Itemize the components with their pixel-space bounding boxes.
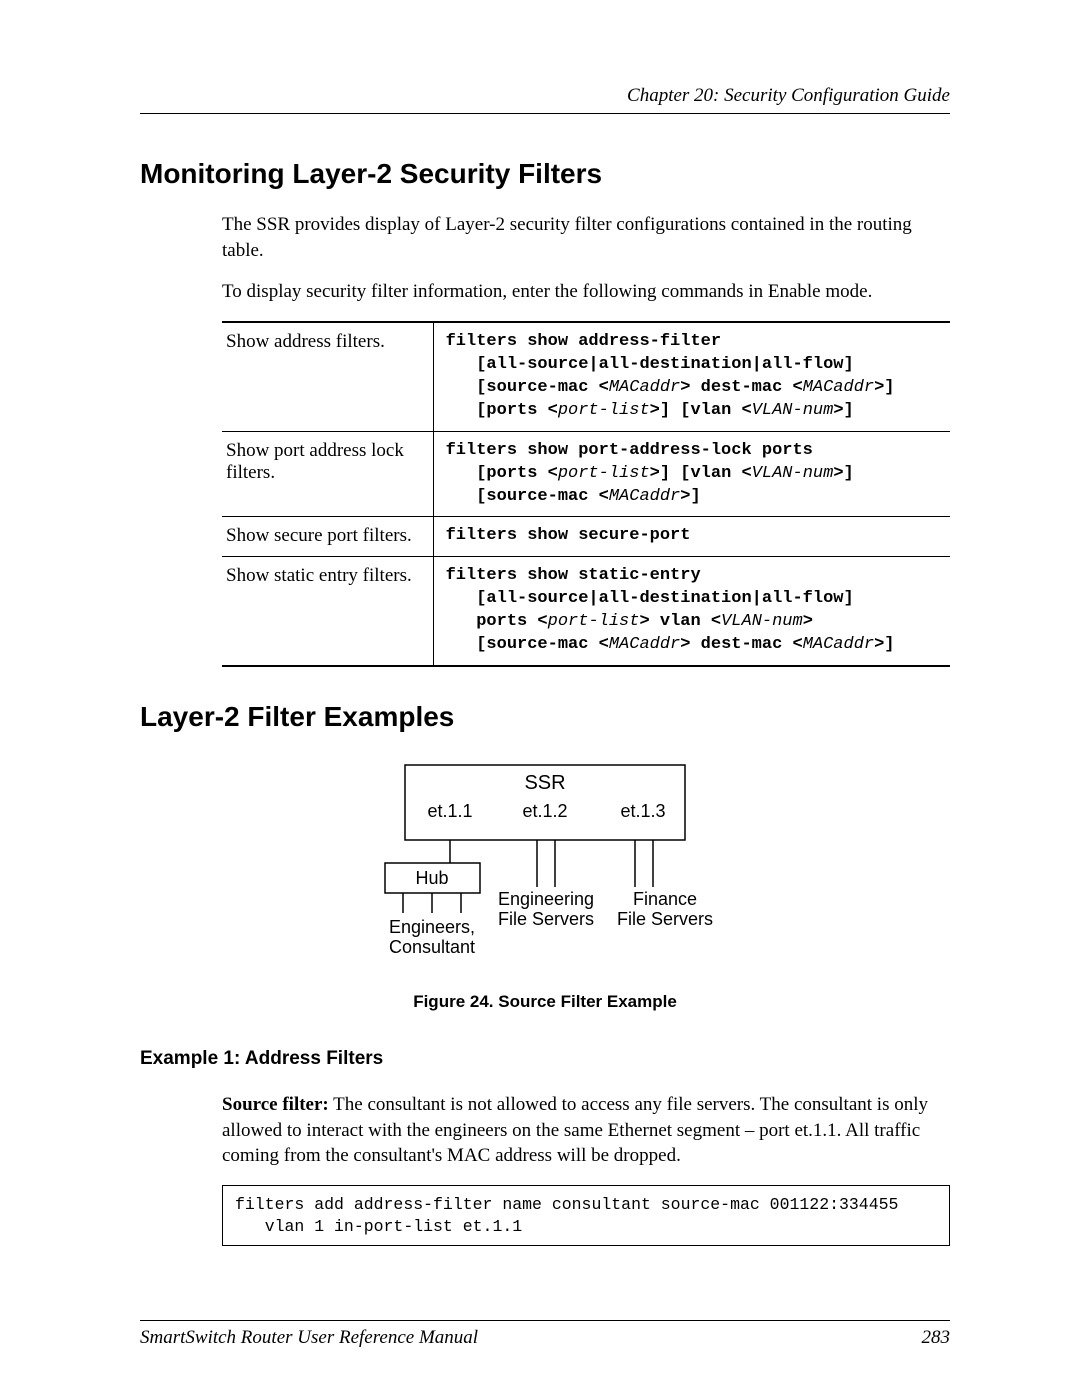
section-title-monitoring: Monitoring Layer-2 Security Filters — [140, 158, 950, 190]
port-label: et.1.1 — [427, 801, 472, 821]
table-row: Show secure port filters. filters show s… — [222, 517, 950, 557]
table-row: Show static entry filters. filters show … — [222, 557, 950, 666]
source-filter-text: The consultant is not allowed to access … — [222, 1094, 928, 1166]
command-table: Show address filters. filters show addre… — [222, 321, 950, 667]
cmd-desc: Show address filters. — [222, 322, 433, 431]
port-label: et.1.2 — [522, 801, 567, 821]
manual-title: SmartSwitch Router User Reference Manual — [140, 1327, 478, 1349]
figure-caption: Figure 24. Source Filter Example — [140, 992, 950, 1012]
cmd-desc: Show secure port filters. — [222, 517, 433, 557]
source-filter-diagram: SSR et.1.1 et.1.2 et.1.3 Hub Engineers, … — [345, 755, 745, 980]
para: The SSR provides display of Layer-2 secu… — [222, 212, 950, 263]
fin-servers-2: File Servers — [617, 909, 713, 929]
code-box: filters add address-filter name consulta… — [222, 1185, 950, 1246]
fin-servers-1: Finance — [633, 889, 697, 909]
cmd-syntax: filters show address-filter [all-source|… — [433, 322, 950, 431]
footer: SmartSwitch Router User Reference Manual… — [140, 1320, 950, 1349]
cmd-syntax: filters show secure-port — [433, 517, 950, 557]
top-rule — [140, 113, 950, 114]
bottom-rule — [140, 1320, 950, 1321]
para: To display security filter information, … — [222, 279, 950, 305]
cmd-desc: Show static entry filters. — [222, 557, 433, 666]
port-label: et.1.3 — [620, 801, 665, 821]
chapter-header: Chapter 20: Security Configuration Guide — [140, 85, 950, 107]
table-row: Show port address lock filters. filters … — [222, 431, 950, 517]
example1-para: Source filter: The consultant is not all… — [222, 1092, 950, 1169]
example1-body: Source filter: The consultant is not all… — [222, 1092, 950, 1246]
cmd-syntax: filters show port-address-lock ports [po… — [433, 431, 950, 517]
table-row: Show address filters. filters show addre… — [222, 322, 950, 431]
page-number: 283 — [922, 1327, 951, 1349]
ssr-label: SSR — [524, 772, 565, 794]
section-title-examples: Layer-2 Filter Examples — [140, 701, 950, 733]
eng-cons-label-2: Consultant — [389, 937, 475, 957]
example1-title: Example 1: Address Filters — [140, 1048, 950, 1070]
page: Chapter 20: Security Configuration Guide… — [0, 0, 1080, 1397]
diagram: SSR et.1.1 et.1.2 et.1.3 Hub Engineers, … — [345, 755, 745, 980]
hub-label: Hub — [415, 868, 448, 888]
source-filter-lead: Source filter: — [222, 1094, 329, 1115]
eng-servers-2: File Servers — [498, 909, 594, 929]
eng-servers-1: Engineering — [498, 889, 594, 909]
section1-body: The SSR provides display of Layer-2 secu… — [222, 212, 950, 667]
cmd-desc: Show port address lock filters. — [222, 431, 433, 517]
eng-cons-label-1: Engineers, — [389, 917, 475, 937]
cmd-syntax: filters show static-entry [all-source|al… — [433, 557, 950, 666]
